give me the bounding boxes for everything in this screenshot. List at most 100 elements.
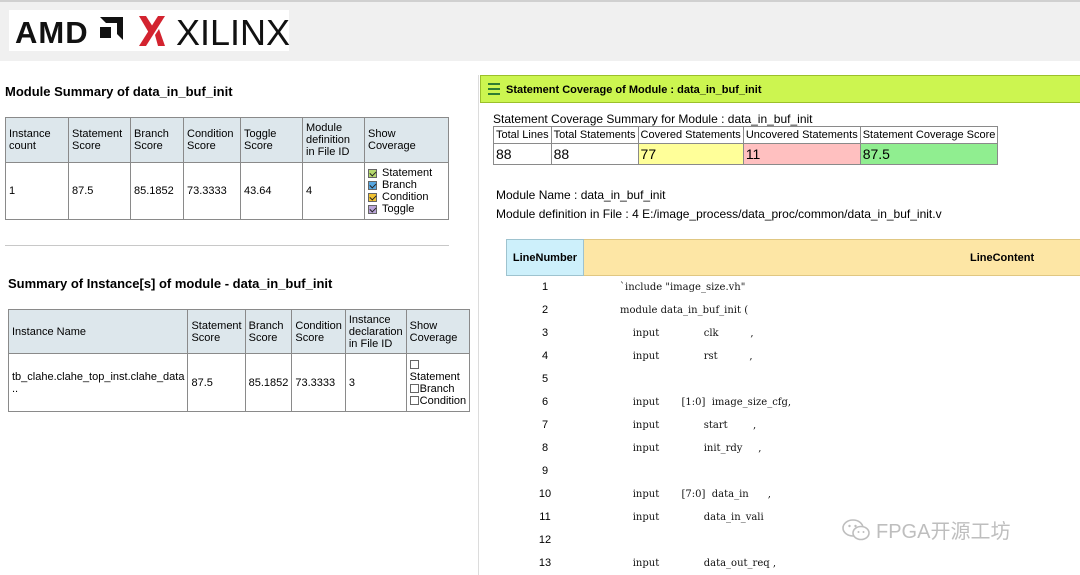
code-table-header: LineNumber LineContent [506, 239, 1080, 276]
code-line-row: 3 input clk , [506, 325, 1080, 345]
line-content: input rst , [620, 351, 753, 362]
line-content: input init_rdy , [620, 443, 762, 454]
coverage-label: Statement [382, 167, 433, 179]
toggle-checkbox[interactable] [368, 204, 377, 214]
cell-file-id: 3 [344, 353, 407, 412]
xilinx-x-icon [139, 16, 165, 46]
cell-statement-score: 87.5 [68, 162, 131, 220]
line-number: 6 [541, 396, 549, 408]
line-content: input [1:0] image_size_cfg, [620, 397, 792, 408]
line-number: 12 [538, 534, 552, 546]
line-number: 8 [541, 442, 549, 454]
coverage-branch[interactable]: Branch [368, 179, 445, 191]
cell-uncovered-statements: 11 [742, 143, 861, 165]
col-condition-score: Condition Score [291, 309, 346, 354]
amd-wordmark: AMD [15, 15, 89, 50]
coverage-label: Toggle [382, 203, 415, 215]
code-line-row: 1 `include "image_size.vh" [506, 279, 1080, 299]
cell-total-statements: 88 [550, 143, 639, 165]
cell-toggle-score: 43.64 [240, 162, 303, 220]
code-line-row: 9 [506, 463, 1080, 483]
branch-checkbox[interactable] [368, 180, 377, 190]
table-row: 88 88 77 11 87.5 [493, 143, 999, 165]
coverage-statement-label: Statement [409, 370, 460, 383]
coverage-toggle[interactable]: Toggle [368, 203, 445, 215]
col-branch-score: Branch Score [244, 309, 293, 354]
line-content: input [7:0] data_in , [620, 489, 771, 500]
col-line-number: LineNumber [506, 239, 584, 276]
module-summary-table: Instance count Statement Score Branch Sc… [5, 117, 449, 220]
line-number: 5 [541, 373, 549, 385]
table-header-row: Total Lines Total Statements Covered Sta… [493, 126, 999, 144]
code-line-row: 6 input [1:0] image_size_cfg, [506, 394, 1080, 414]
instance-summary-title: Summary of Instance[s] of module - data_… [8, 276, 333, 291]
instance-summary-table: Instance Name Statement Score Branch Sco… [7, 309, 471, 412]
col-show-coverage: Show Coverage [364, 117, 449, 163]
col-covered-statements: Covered Statements [637, 126, 744, 144]
line-number: 3 [541, 327, 549, 339]
statement-summary-table: Total Lines Total Statements Covered Sta… [493, 126, 999, 165]
col-instance-name: Instance Name [7, 309, 189, 354]
summary-caption: Statement Coverage Summary for Module : … [493, 112, 813, 126]
cell-branch-score: 85.1852 [244, 353, 293, 412]
show-coverage-checkboxes: Statement Branch Condition [405, 353, 471, 412]
col-statement-score: Statement Score [68, 117, 131, 163]
condition-checkbox[interactable] [368, 192, 377, 202]
line-content: input start , [620, 420, 757, 431]
amd-arrow-icon [100, 17, 123, 40]
watermark: FPGA开源工坊 [842, 515, 1010, 544]
line-number: 11 [539, 511, 551, 523]
line-content: `include "image_size.vh" [620, 282, 746, 293]
col-total-lines: Total Lines [493, 126, 552, 144]
module-definition-text: Module definition in File : 4 E:/image_p… [496, 207, 942, 221]
col-module-def-file-id: Module definition in File ID [302, 117, 365, 163]
xilinx-wordmark: XILINX [176, 12, 291, 53]
code-line-row: 4 input rst , [506, 348, 1080, 368]
coverage-condition[interactable]: Condition [368, 191, 445, 203]
table-header-row: Instance Name Statement Score Branch Sco… [7, 309, 471, 354]
cell-instance-name[interactable]: tb_clahe.clahe_top_inst.clahe_data .. [7, 353, 189, 412]
col-condition-score: Condition Score [183, 117, 241, 163]
line-content: module data_in_buf_init ( [620, 305, 749, 316]
module-summary-title: Module Summary of data_in_buf_init [5, 84, 233, 99]
line-number: 1 [541, 281, 549, 293]
line-content: input clk , [620, 328, 754, 339]
cell-instance-count: 1 [5, 162, 69, 220]
statement-checkbox[interactable] [368, 168, 377, 178]
line-number: 10 [538, 488, 552, 500]
show-coverage-checkboxes: Statement Branch Condition Toggle [364, 162, 449, 220]
statement-coverage-title: Statement Coverage of Module : data_in_b… [506, 84, 762, 96]
coverage-label: Condition [382, 191, 429, 203]
statement-coverage-header[interactable]: Statement Coverage of Module : data_in_b… [480, 75, 1080, 103]
cell-file-id: 4 [302, 162, 365, 220]
code-line-row: 2 module data_in_buf_init ( [506, 302, 1080, 322]
cell-covered-statements: 77 [637, 143, 744, 165]
coverage-statement[interactable]: Statement [368, 167, 445, 179]
col-branch-score: Branch Score [130, 117, 184, 163]
statement-checkbox[interactable] [409, 360, 419, 369]
cell-statement-score: 87.5 [187, 353, 246, 412]
code-line-row: 7 input start , [506, 417, 1080, 437]
line-number: 9 [541, 465, 549, 477]
col-toggle-score: Toggle Score [240, 117, 303, 163]
coverage-branch[interactable]: Branch [409, 383, 466, 395]
hamburger-menu-icon[interactable] [488, 83, 500, 95]
coverage-condition[interactable]: Condition [409, 395, 466, 407]
line-number: 13 [538, 557, 552, 569]
col-show-coverage: Show Coverage [405, 309, 471, 354]
brand-bar: AMD XILINX [0, 0, 1080, 61]
col-line-content: LineContent [584, 239, 1080, 276]
line-content: input data_in_vali [620, 512, 764, 523]
code-line-row: 10 input [7:0] data_in , [506, 486, 1080, 506]
col-instance-decl-file-id: Instance declaration in File ID [344, 309, 407, 354]
amd-xilinx-logo: AMD XILINX [9, 10, 291, 53]
col-total-statements: Total Statements [550, 126, 639, 144]
code-line-row: 13 input data_out_req , [506, 555, 1080, 575]
code-line-row: 8 input init_rdy , [506, 440, 1080, 460]
line-content: input data_out_req , [620, 558, 776, 569]
condition-checkbox[interactable] [409, 396, 419, 405]
wechat-icon [842, 518, 870, 540]
branch-checkbox[interactable] [409, 384, 419, 393]
col-uncovered-statements: Uncovered Statements [742, 126, 861, 144]
statement-coverage-panel: Statement Coverage of Module : data_in_b… [478, 75, 1080, 575]
